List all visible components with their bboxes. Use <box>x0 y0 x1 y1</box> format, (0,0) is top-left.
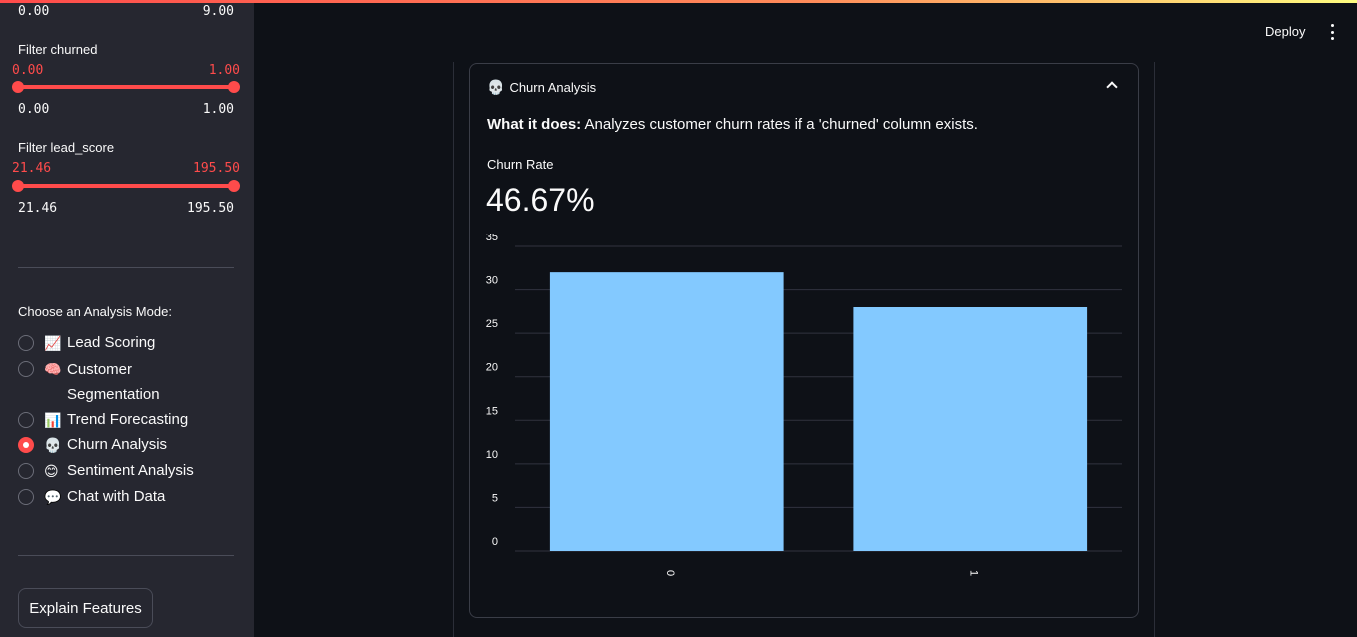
radio-button[interactable] <box>18 335 34 351</box>
metric-value: 46.67% <box>486 182 595 218</box>
y-tick-label: 10 <box>486 449 498 461</box>
radio-trend-forecasting[interactable]: 📊 Trend Forecasting <box>18 411 217 429</box>
skull-icon: 💀 <box>487 79 505 95</box>
x-tick-label: 1 <box>967 570 979 576</box>
y-tick-label: 5 <box>492 492 498 504</box>
y-tick-label: 30 <box>486 275 498 287</box>
expander-header[interactable]: 💀 Churn Analysis <box>487 79 596 96</box>
radio-customer-segmentation[interactable]: 🧠 Customer Segmentation <box>18 360 177 407</box>
filter-churned-selected-values: 0.00 1.00 <box>12 63 240 78</box>
filter-lead-score-selected-values: 21.46 195.50 <box>12 161 240 176</box>
bar-0[interactable] <box>549 272 784 551</box>
brain-icon: 🧠 <box>44 361 62 377</box>
radio-button[interactable] <box>18 463 34 479</box>
skull-icon: 💀 <box>44 437 62 453</box>
y-tick-label: 20 <box>486 362 498 374</box>
selected-min: 21.46 <box>12 161 52 176</box>
feature-description: What it does: Analyzes customer churn ra… <box>487 116 978 133</box>
radio-sentiment-analysis[interactable]: 😊 Sentiment Analysis <box>18 462 217 480</box>
filter-churned-label: Filter churned <box>18 42 98 57</box>
range-labels-top: 0.00 9.00 <box>18 4 234 19</box>
filter-lead-score-range-labels: 21.46 195.50 <box>18 201 234 216</box>
slider-min-handle[interactable] <box>12 81 24 93</box>
slider-max-handle[interactable] <box>228 81 240 93</box>
smiling-face-icon: 😊 <box>44 463 59 479</box>
radio-button[interactable] <box>18 412 34 428</box>
analysis-mode-title: Choose an Analysis Mode: <box>18 304 172 319</box>
radio-churn-analysis[interactable]: 💀 Churn Analysis <box>18 436 217 454</box>
y-tick-label: 25 <box>486 318 498 330</box>
radio-button-selected[interactable] <box>18 437 34 453</box>
x-tick-label: 0 <box>664 570 676 576</box>
churn-analysis-expander: 💀 Churn Analysis What it does: Analyzes … <box>469 63 1139 618</box>
radio-chat-with-data[interactable]: 💬 Chat with Data <box>18 488 217 506</box>
range-max: 195.50 <box>187 201 234 216</box>
radio-label: Sentiment Analysis <box>67 462 194 479</box>
sidebar-divider <box>18 267 234 268</box>
chevron-up-icon[interactable] <box>1106 81 1118 93</box>
description-bold: What it does: <box>487 116 582 133</box>
range-min: 0.00 <box>18 4 50 19</box>
selected-min: 0.00 <box>12 63 44 78</box>
radio-label: Lead Scoring <box>67 334 156 351</box>
speech-bubble-icon: 💬 <box>44 489 62 505</box>
metric-label: Churn Rate <box>487 157 554 172</box>
filter-churned-slider[interactable] <box>12 81 240 93</box>
y-tick-label: 35 <box>486 234 498 243</box>
bar-1[interactable] <box>853 307 1088 551</box>
column-divider <box>453 62 454 637</box>
sidebar-divider <box>18 555 234 556</box>
radio-label: Customer Segmentation <box>67 361 160 403</box>
description-text: Analyzes customer churn rates if a 'chur… <box>581 116 978 133</box>
radio-label: Churn Analysis <box>67 436 168 453</box>
chart-increasing-icon: 📈 <box>44 335 62 351</box>
kebab-menu-icon[interactable] <box>1329 24 1335 40</box>
explain-features-button[interactable]: Explain Features <box>18 588 153 628</box>
range-min: 21.46 <box>18 201 58 216</box>
churn-bar-chart: 0 5 10 15 20 25 30 35 0 1 <box>486 234 1122 576</box>
y-tick-label: 15 <box>486 405 498 417</box>
range-max: 9.00 <box>202 4 234 19</box>
radio-lead-scoring[interactable]: 📈 Lead Scoring <box>18 334 217 352</box>
range-max: 1.00 <box>202 102 234 117</box>
y-tick-label: 0 <box>492 536 498 548</box>
bar-chart-icon: 📊 <box>44 412 62 428</box>
filter-lead-score-slider[interactable] <box>12 180 240 192</box>
deploy-button[interactable]: Deploy <box>1265 24 1305 39</box>
column-divider <box>1154 62 1155 637</box>
filter-churned-range-labels: 0.00 1.00 <box>18 102 234 117</box>
sidebar: 0.00 9.00 Filter churned 0.00 1.00 0.00 … <box>0 0 254 637</box>
filter-lead-score-label: Filter lead_score <box>18 140 115 155</box>
radio-button[interactable] <box>18 361 34 377</box>
range-min: 0.00 <box>18 102 50 117</box>
top-decoration-bar <box>0 0 1357 3</box>
selected-max: 1.00 <box>208 63 240 78</box>
radio-button[interactable] <box>18 489 34 505</box>
selected-max: 195.50 <box>193 161 240 176</box>
radio-label: Chat with Data <box>67 488 166 505</box>
slider-max-handle[interactable] <box>228 180 240 192</box>
slider-min-handle[interactable] <box>12 180 24 192</box>
expander-title: Churn Analysis <box>509 80 597 95</box>
radio-label: Trend Forecasting <box>67 411 189 428</box>
